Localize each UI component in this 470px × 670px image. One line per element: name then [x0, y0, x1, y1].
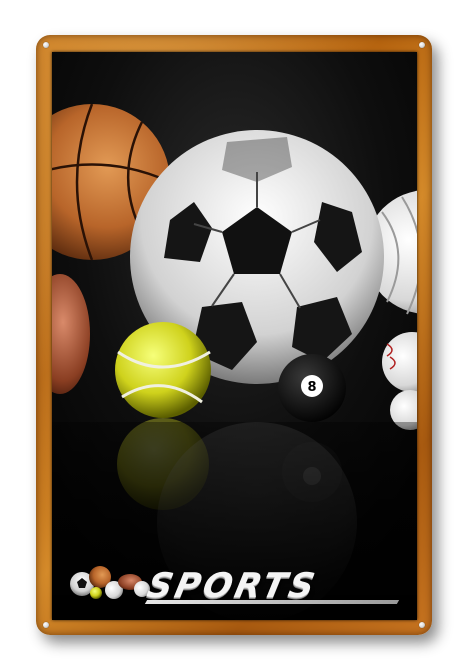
rivet-bottom-right: [419, 622, 425, 628]
sports-image-panel: 8 SPORTS: [52, 52, 417, 620]
logo-underline: [144, 600, 400, 604]
eight-ball: 8: [278, 354, 346, 422]
tennis-ball: [115, 322, 211, 418]
sports-logo-text: SPORTS: [143, 566, 321, 606]
rivet-top-right: [419, 42, 425, 48]
rivet-top-left: [43, 42, 49, 48]
rivet-bottom-left: [43, 622, 49, 628]
metal-sign: 8 SPORTS: [36, 35, 432, 635]
eight-ball-number: 8: [307, 380, 316, 395]
